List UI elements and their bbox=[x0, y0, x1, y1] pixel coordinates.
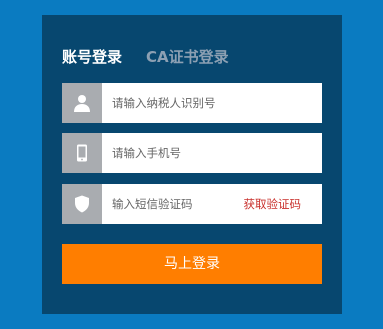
phone-field bbox=[62, 133, 322, 173]
taxpayer-id-input[interactable] bbox=[112, 83, 312, 123]
mobile-phone-icon bbox=[62, 133, 102, 173]
sms-code-input[interactable] bbox=[112, 184, 232, 224]
tab-ca-certificate-login[interactable]: CA证书登录 bbox=[146, 47, 229, 67]
tab-account-login[interactable]: 账号登录 bbox=[62, 47, 122, 67]
login-submit-button[interactable]: 马上登录 bbox=[62, 244, 322, 284]
user-icon bbox=[62, 83, 102, 123]
get-verification-code-button[interactable]: 获取验证码 bbox=[244, 184, 302, 224]
shield-icon bbox=[62, 184, 102, 224]
sms-code-field: 获取验证码 bbox=[62, 184, 322, 224]
phone-input[interactable] bbox=[112, 133, 312, 173]
taxpayer-id-field bbox=[62, 83, 322, 123]
login-panel: 账号登录 CA证书登录 获取验证码 马上登录 bbox=[42, 15, 342, 314]
